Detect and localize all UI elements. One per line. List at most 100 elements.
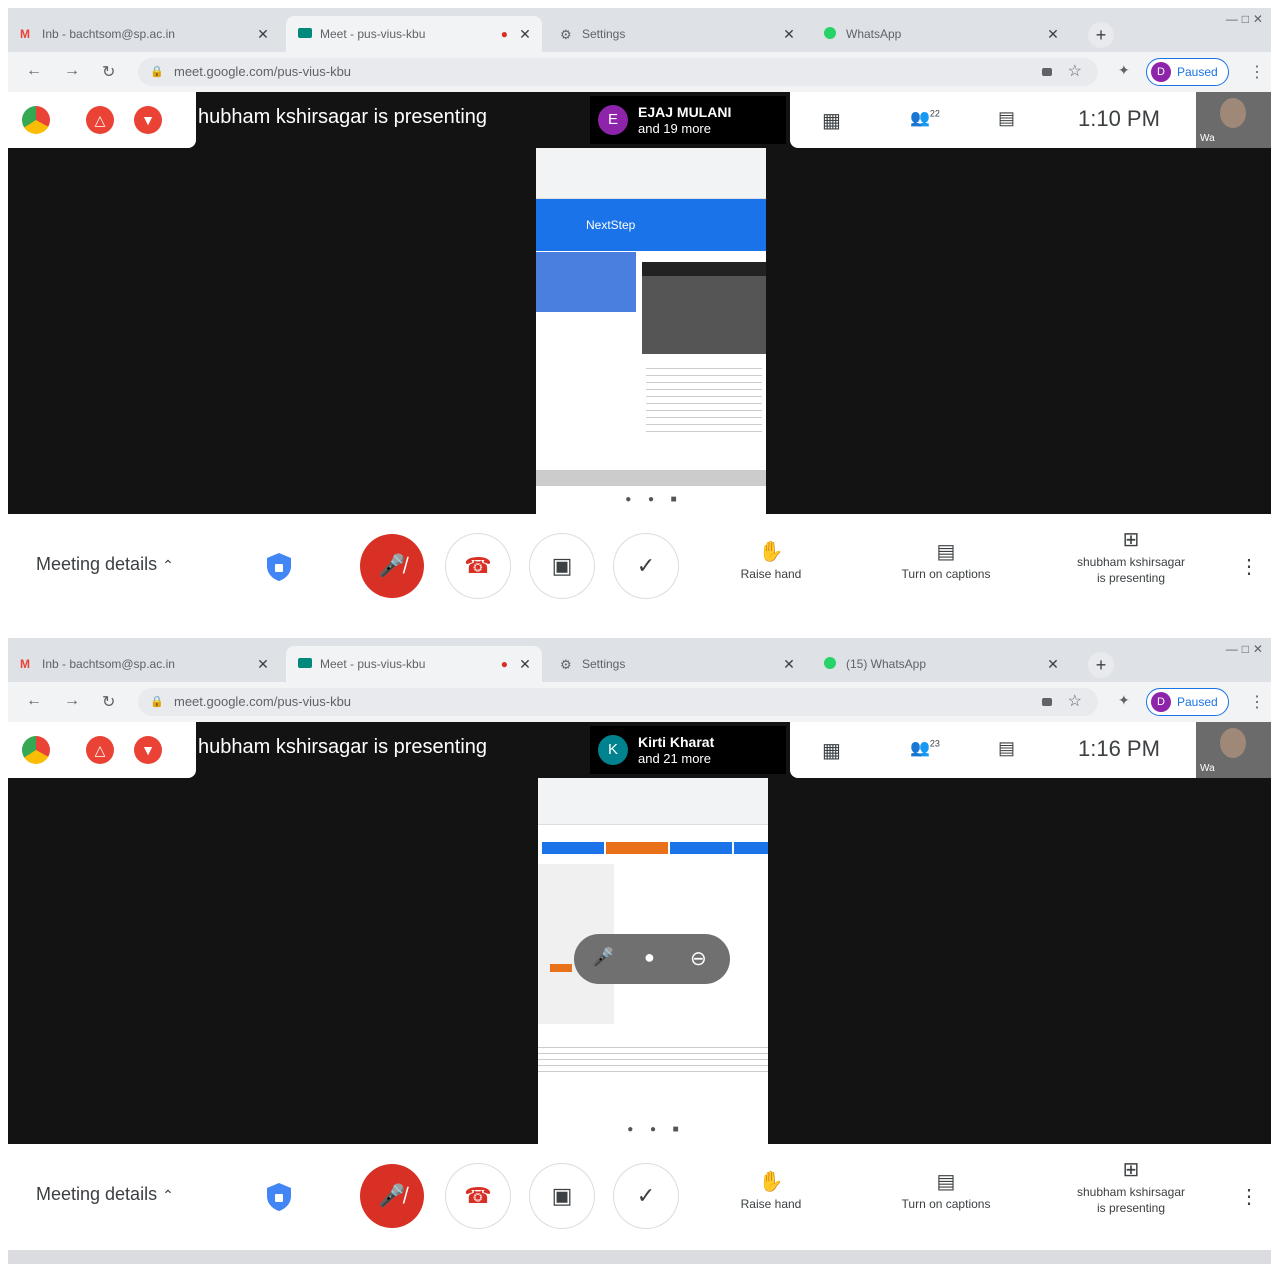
url-field[interactable]: 🔒 meet.google.com/pus-vius-kbu ☆ <box>138 58 1098 86</box>
camera-button[interactable]: ▣ <box>530 1164 594 1228</box>
tab-label: Settings <box>582 27 626 41</box>
browser-tab[interactable]: ⚙ Settings ✕ <box>548 16 806 52</box>
minus-circle-icon[interactable]: ⊖ <box>690 946 707 971</box>
meet-icon <box>298 657 312 671</box>
participant-chip[interactable]: E EJAJ MULANI and 19 more <box>590 96 786 144</box>
reload-icon[interactable]: ↻ <box>102 62 115 82</box>
tab-label: Inb - bachtsom@sp.ac.in <box>42 657 175 671</box>
meeting-details-button[interactable]: Meeting details ⌃ <box>36 1184 174 1205</box>
chrome-icon[interactable] <box>22 736 50 764</box>
participant-name: Kirti Kharat <box>638 734 715 750</box>
drive-upload-icon[interactable]: △ <box>86 736 114 764</box>
close-tab-icon[interactable]: ✕ <box>254 26 272 43</box>
mic-icon[interactable]: ● <box>644 947 655 968</box>
checkmark-button[interactable]: ✓ <box>614 1164 678 1228</box>
raise-hand-button[interactable]: ✋ Raise hand <box>726 1170 816 1212</box>
close-tab-icon[interactable]: ✕ <box>254 656 272 673</box>
url-field[interactable]: 🔒 meet.google.com/pus-vius-kbu ☆ <box>138 688 1098 716</box>
camera-button[interactable]: ▣ <box>530 534 594 598</box>
download-icon[interactable]: ▼ <box>134 106 162 134</box>
reload-icon[interactable]: ↻ <box>102 692 115 712</box>
captions-label: Turn on captions <box>901 1197 991 1211</box>
chrome-icon[interactable] <box>22 106 50 134</box>
extensions-icon[interactable]: ✦ <box>1118 62 1130 79</box>
meet-window-1: M Inb - bachtsom@sp.ac.in ✕ Meet - pus-v… <box>8 8 1271 628</box>
meeting-details-button[interactable]: Meeting details ⌃ <box>36 554 174 575</box>
bookmark-star-icon[interactable]: ☆ <box>1068 58 1082 86</box>
new-tab-button[interactable]: + <box>1088 652 1114 678</box>
profile-button[interactable]: D Paused <box>1146 58 1229 86</box>
close-tab-icon[interactable]: ✕ <box>1044 656 1062 673</box>
download-icon[interactable]: ▼ <box>134 736 162 764</box>
more-options-icon[interactable]: ⋮ <box>1239 554 1259 579</box>
more-options-icon[interactable]: ⋮ <box>1239 1184 1259 1209</box>
forward-icon[interactable]: → <box>64 62 80 80</box>
end-call-button[interactable]: ☎ <box>446 1164 510 1228</box>
checkmark-button[interactable]: ✓ <box>614 534 678 598</box>
chat-icon[interactable]: ▤ <box>998 738 1015 759</box>
window-controls[interactable]: —□✕ <box>1226 12 1267 26</box>
browser-menu-icon[interactable]: ⋮ <box>1249 62 1265 82</box>
shield-icon[interactable] <box>266 1182 292 1212</box>
browser-tab[interactable]: (15) WhatsApp ✕ <box>812 646 1070 682</box>
mic-off-button[interactable]: 🎤̸ <box>360 534 424 598</box>
floating-mic-toolbar[interactable]: 🎤 ● ⊖ <box>574 934 730 984</box>
raise-hand-label: Raise hand <box>740 567 802 581</box>
captions-button[interactable]: ▤ Turn on captions <box>876 1170 1016 1212</box>
browser-tab[interactable]: WhatsApp ✕ <box>812 16 1070 52</box>
phone-status-bar <box>538 778 768 800</box>
shared-phone-screen: 🎤 ● ⊖ ● ● ■ <box>538 778 768 1144</box>
phone-status-bar <box>536 148 766 170</box>
window-controls[interactable]: —□✕ <box>1226 642 1267 656</box>
browser-tab[interactable]: M Inb - bachtsom@sp.ac.in ✕ <box>8 16 280 52</box>
forward-icon[interactable]: → <box>64 692 80 710</box>
people-icon[interactable]: 👥23 <box>910 738 940 758</box>
clock: 1:10 PM <box>1078 106 1160 131</box>
recording-dot-icon: ● <box>500 27 508 41</box>
self-video-tile[interactable]: Wa <box>1196 722 1271 778</box>
camera-indicator-icon[interactable] <box>1042 68 1052 76</box>
presenter-button[interactable]: ⊞ shubham kshirsagar is presenting <box>1056 1158 1206 1216</box>
url-text: meet.google.com/pus-vius-kbu <box>174 694 352 709</box>
layout-grid-icon[interactable]: ▦ <box>822 108 841 133</box>
participant-chip[interactable]: K Kirti Kharat and 21 more <box>590 726 786 774</box>
mic-off-button[interactable]: 🎤̸ <box>360 1164 424 1228</box>
browser-tab[interactable]: ⚙ Settings ✕ <box>548 646 806 682</box>
browser-tab[interactable]: M Inb - bachtsom@sp.ac.in ✕ <box>8 646 280 682</box>
captions-button[interactable]: ▤ Turn on captions <box>876 540 1016 582</box>
meet-bottom-controls: Meeting details ⌃ 🎤̸ ☎ ▣ ✓ ✋ Raise hand … <box>8 514 1271 628</box>
phone-step-1 <box>542 842 604 854</box>
meet-icon <box>298 27 312 41</box>
profile-button[interactable]: D Paused <box>1146 688 1229 716</box>
shield-icon[interactable] <box>266 552 292 582</box>
close-tab-icon[interactable]: ✕ <box>780 656 798 673</box>
people-icon[interactable]: 👥22 <box>910 108 940 128</box>
browser-menu-icon[interactable]: ⋮ <box>1249 692 1265 712</box>
meet-activity-icons: △ ▼ <box>8 722 196 778</box>
close-tab-icon[interactable]: ✕ <box>516 656 534 673</box>
camera-indicator-icon[interactable] <box>1042 698 1052 706</box>
drive-upload-icon[interactable]: △ <box>86 106 114 134</box>
address-bar: ← → ↻ 🔒 meet.google.com/pus-vius-kbu ☆ ✦… <box>8 52 1271 92</box>
close-tab-icon[interactable]: ✕ <box>1044 26 1062 43</box>
end-call-button[interactable]: ☎ <box>446 534 510 598</box>
chat-icon[interactable]: ▤ <box>998 108 1015 129</box>
gmail-icon: M <box>20 657 30 671</box>
mic-muted-icon[interactable]: 🎤 <box>592 947 614 968</box>
new-tab-button[interactable]: + <box>1088 22 1114 48</box>
self-video-tile[interactable]: Wa <box>1196 92 1271 148</box>
presenter-button[interactable]: ⊞ shubham kshirsagar is presenting <box>1056 528 1206 586</box>
bookmark-star-icon[interactable]: ☆ <box>1068 688 1082 716</box>
back-icon[interactable]: ← <box>26 62 42 80</box>
browser-tab[interactable]: Meet - pus-vius-kbu ● ✕ <box>286 16 542 52</box>
presenter-line1: shubham kshirsagar <box>1076 555 1186 569</box>
browser-tab[interactable]: Meet - pus-vius-kbu ● ✕ <box>286 646 542 682</box>
extensions-icon[interactable]: ✦ <box>1118 692 1130 709</box>
self-video-head <box>1220 98 1246 128</box>
close-tab-icon[interactable]: ✕ <box>516 26 534 43</box>
close-tab-icon[interactable]: ✕ <box>780 26 798 43</box>
raise-hand-button[interactable]: ✋ Raise hand <box>726 540 816 582</box>
captions-label: Turn on captions <box>901 567 991 581</box>
back-icon[interactable]: ← <box>26 692 42 710</box>
layout-grid-icon[interactable]: ▦ <box>822 738 841 763</box>
